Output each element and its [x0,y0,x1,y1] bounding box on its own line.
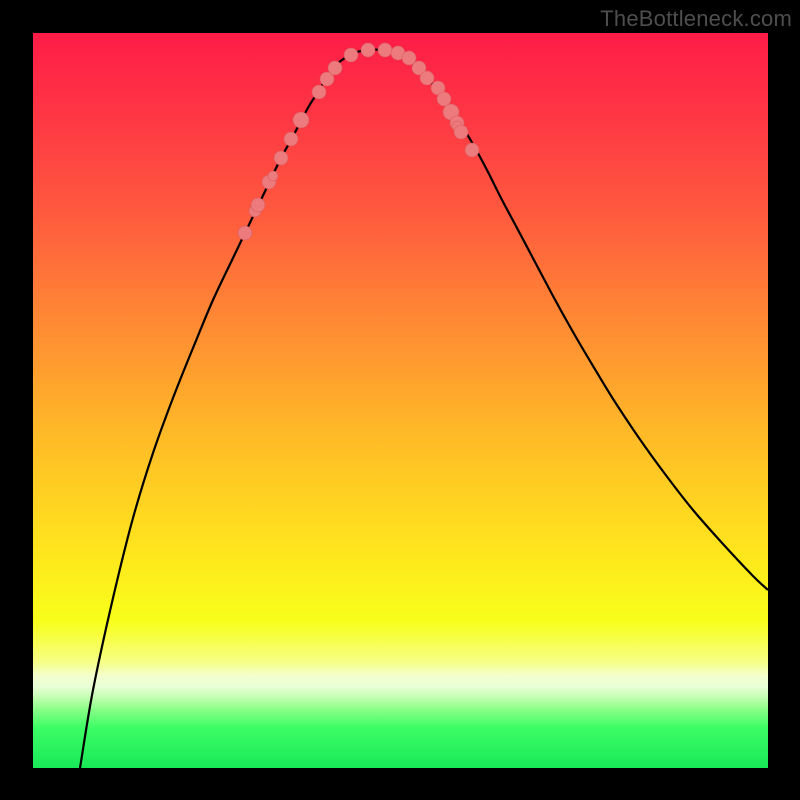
data-point [420,71,434,85]
data-point [378,43,392,57]
data-point [437,92,451,106]
data-point [251,198,265,212]
gradient-background [33,33,768,768]
bottleneck-chart [33,33,768,768]
data-point [465,143,479,157]
watermark-text: TheBottleneck.com [600,6,792,32]
data-point [344,48,358,62]
data-point [268,171,278,181]
data-point [312,85,326,99]
data-point [454,125,468,139]
chart-frame: TheBottleneck.com [0,0,800,800]
data-point [293,112,309,128]
data-point [274,151,288,165]
plot-area [33,33,768,768]
data-point [328,61,342,75]
data-point [284,132,298,146]
data-point [361,43,375,57]
data-point [238,226,252,240]
